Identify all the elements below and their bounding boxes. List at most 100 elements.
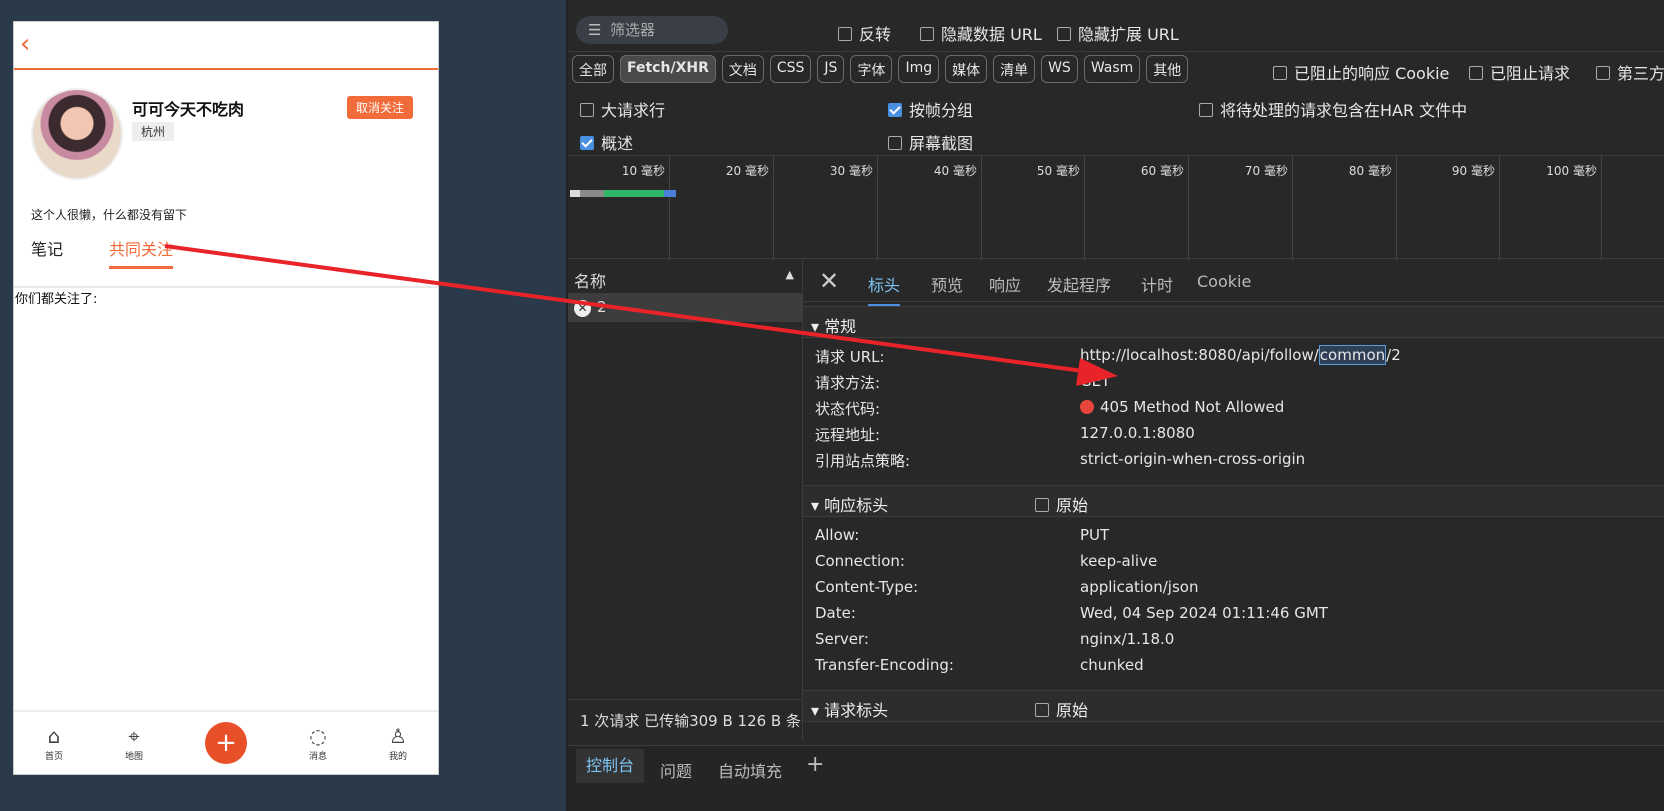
- tab-response[interactable]: 响应: [989, 272, 1021, 296]
- chip-ws[interactable]: WS: [1041, 55, 1078, 83]
- overview-checkbox[interactable]: 概述: [580, 130, 633, 154]
- back-arrow-icon[interactable]: ‹: [20, 30, 30, 58]
- filter-input[interactable]: ☰ 筛选器: [576, 16, 728, 44]
- name-column-header[interactable]: 名称 ▲: [568, 260, 802, 294]
- blocked-cookie-checkbox[interactable]: 已阻止的响应 Cookie: [1273, 60, 1449, 84]
- nav-label: 消息: [308, 751, 327, 762]
- nav-add[interactable]: +: [204, 722, 247, 764]
- add-tab-icon[interactable]: +: [806, 752, 824, 777]
- request-headers-section[interactable]: ▾ 请求标头 原始: [803, 690, 1664, 722]
- kv-key: 引用站点策略:: [815, 452, 911, 470]
- blocked-requests-checkbox[interactable]: 已阻止请求: [1469, 60, 1570, 84]
- hide-ext-url-checkbox[interactable]: 隐藏扩展 URL: [1057, 21, 1179, 45]
- nav-me[interactable]: ♙ 我的: [389, 725, 407, 762]
- hide-data-url-checkbox[interactable]: 隐藏数据 URL: [920, 21, 1042, 45]
- tab-issues[interactable]: 问题: [660, 758, 692, 782]
- kv-value: chunked: [1080, 656, 1144, 674]
- url-highlight: common: [1318, 345, 1387, 365]
- request-name: 2: [597, 298, 607, 316]
- chip-fetch-xhr[interactable]: Fetch/XHR: [620, 55, 716, 83]
- tab-headers[interactable]: 标头: [868, 272, 901, 307]
- response-headers-section[interactable]: ▾ 响应标头 原始: [803, 485, 1664, 517]
- chip-doc[interactable]: 文档: [721, 55, 764, 83]
- avatar[interactable]: [31, 88, 123, 180]
- nav-home[interactable]: ⌂ 首页: [45, 725, 63, 762]
- filter-placeholder: 筛选器: [610, 21, 656, 39]
- tick-label: 10 毫秒: [568, 156, 670, 260]
- nav-messages[interactable]: ◌ 消息: [309, 725, 327, 762]
- general-section-header[interactable]: ▾ 常规: [803, 306, 1664, 338]
- tab-console[interactable]: 控制台: [576, 749, 645, 783]
- app-header: ‹: [14, 22, 438, 70]
- error-dot-icon: [1080, 399, 1094, 414]
- kv-key: 远程地址:: [815, 426, 881, 444]
- kv-value: keep-alive: [1080, 552, 1158, 570]
- tab-cookie[interactable]: Cookie: [1197, 272, 1251, 291]
- raw-checkbox[interactable]: 原始: [1035, 492, 1088, 516]
- sort-up-icon: ▲: [785, 268, 794, 281]
- timeline-bar-waiting: [604, 190, 664, 197]
- tab-common-follow[interactable]: 共同关注: [109, 236, 174, 269]
- kv-key: 请求方法:: [815, 374, 881, 392]
- big-rows-checkbox[interactable]: 大请求行: [580, 97, 665, 121]
- unfollow-button[interactable]: 取消关注: [347, 96, 414, 119]
- kv-key: Allow:: [815, 526, 860, 544]
- raw-checkbox[interactable]: 原始: [1035, 697, 1088, 721]
- chip-all[interactable]: 全部: [572, 55, 614, 83]
- general-title: 常规: [824, 317, 857, 336]
- kv-value: GET: [1080, 372, 1111, 390]
- tab-preview[interactable]: 预览: [931, 272, 963, 296]
- bottom-nav: ⌂ 首页 ⌖ 地图 + ◌ 消息 ♙ 我的: [14, 710, 438, 774]
- tick-label: 70 毫秒: [1189, 156, 1293, 260]
- request-row[interactable]: ✕ 2: [568, 294, 802, 322]
- tick-label: 80 毫秒: [1293, 156, 1397, 260]
- filter-toolbar: ☰ 筛选器 反转 隐藏数据 URL 隐藏扩展 URL: [568, 0, 1664, 52]
- tab-timing[interactable]: 计时: [1141, 272, 1173, 296]
- chip-js[interactable]: JS: [817, 55, 845, 83]
- kv-key: 状态代码:: [815, 400, 881, 418]
- nav-label: 首页: [44, 751, 63, 762]
- close-icon[interactable]: ✕: [819, 267, 839, 295]
- kv-value: 127.0.0.1:8080: [1080, 424, 1195, 442]
- map-pin-icon: ⌖: [128, 723, 140, 748]
- kv-value: application/json: [1080, 578, 1199, 596]
- name-header-label: 名称: [574, 272, 607, 291]
- third-party-checkbox[interactable]: 第三方: [1596, 60, 1664, 84]
- kv-key: Date:: [815, 604, 856, 622]
- plus-icon[interactable]: +: [204, 722, 247, 764]
- timeline-bar-download: [664, 190, 676, 197]
- filter-icon: ☰: [588, 21, 602, 39]
- timeline-overview[interactable]: 10 毫秒 20 毫秒 30 毫秒 40 毫秒 50 毫秒 60 毫秒 70 毫…: [568, 155, 1664, 260]
- tick-label: 20 毫秒: [670, 156, 774, 260]
- har-pending-checkbox[interactable]: 将待处理的请求包含在HAR 文件中: [1199, 97, 1467, 121]
- chip-css[interactable]: CSS: [769, 55, 812, 83]
- kv-value: Wed, 04 Sep 2024 01:11:46 GMT: [1080, 604, 1328, 622]
- chip-font[interactable]: 字体: [850, 55, 893, 83]
- request-headers-title: 请求标头: [824, 701, 889, 720]
- chip-manifest[interactable]: 清单: [993, 55, 1036, 83]
- kv-key: Content-Type:: [815, 578, 919, 596]
- tick-label: 90 毫秒: [1397, 156, 1500, 260]
- tab-notes[interactable]: 笔记: [31, 236, 63, 260]
- nav-map[interactable]: ⌖ 地图: [125, 725, 143, 762]
- request-url-value: http://localhost:8080/api/follow/common/…: [1080, 345, 1401, 365]
- tab-autofill[interactable]: 自动填充: [718, 758, 782, 782]
- timeline-bar-stalled: [580, 190, 604, 197]
- kv-value: PUT: [1080, 526, 1110, 544]
- error-x-icon: ✕: [574, 300, 591, 317]
- chip-wasm[interactable]: Wasm: [1083, 55, 1141, 83]
- invert-checkbox[interactable]: 反转: [838, 21, 891, 45]
- group-by-frame-checkbox[interactable]: 按帧分组: [888, 97, 973, 121]
- screenshot-checkbox[interactable]: 屏幕截图: [888, 130, 973, 154]
- chip-media[interactable]: 媒体: [945, 55, 988, 83]
- username: 可可今天不吃肉: [132, 100, 245, 119]
- status-bar: 1 次请求 已传输309 B 126 B 条: [568, 699, 802, 739]
- nav-label: 地图: [124, 751, 143, 762]
- status-code-value: 405 Method Not Allowed: [1080, 398, 1284, 416]
- home-icon: ⌂: [47, 723, 61, 748]
- chip-img[interactable]: Img: [898, 55, 940, 83]
- timeline-bar-queue: [570, 190, 580, 197]
- chip-other[interactable]: 其他: [1146, 55, 1189, 83]
- tick-label: 30 毫秒: [774, 156, 878, 260]
- tab-initiator[interactable]: 发起程序: [1047, 272, 1111, 296]
